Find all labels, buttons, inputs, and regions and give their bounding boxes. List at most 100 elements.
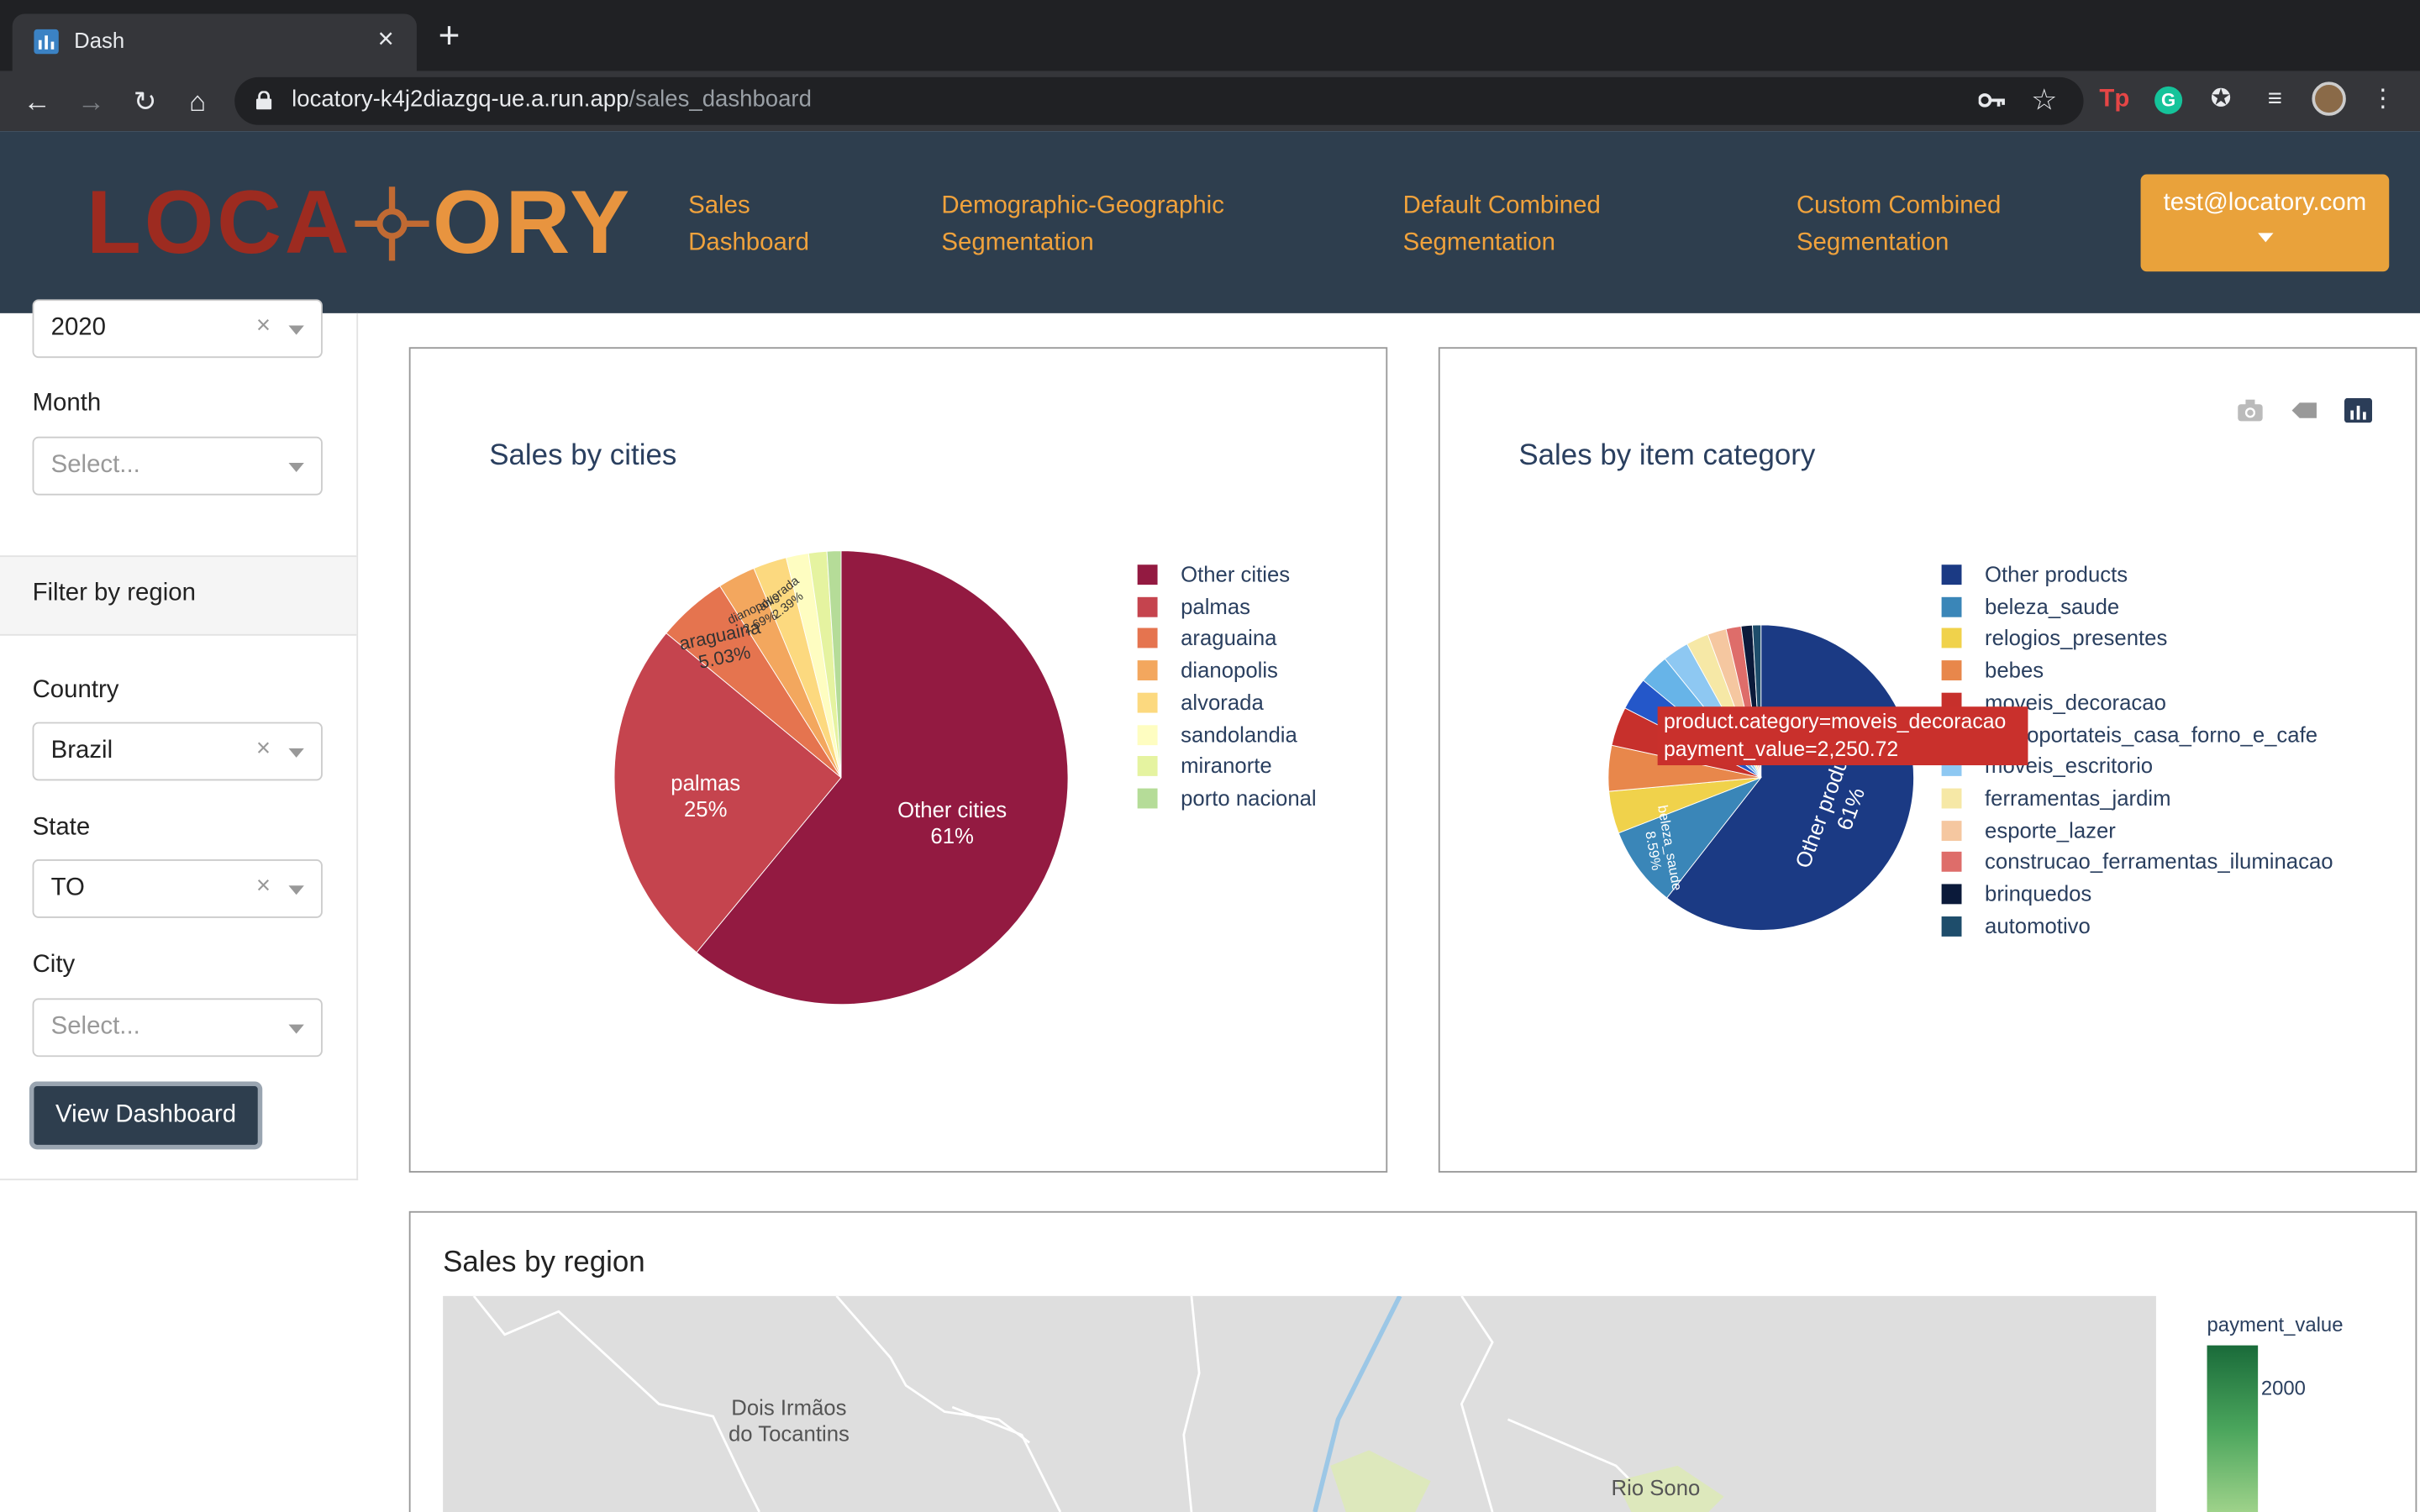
nav-default-combined-segmentation[interactable]: Default Combined Segmentation [1403,188,1601,262]
chevron-down-icon[interactable] [288,1024,304,1034]
caret-down-icon [2257,233,2273,243]
legend-swatch [1137,660,1158,681]
new-tab-icon[interactable]: + [439,18,460,55]
legend-swatch [1941,628,1962,649]
colorbar-tick-label: 2000 [2260,1376,2306,1399]
reload-icon[interactable]: ↻ [124,81,166,123]
browser-toolbar: ← → ↻ ⌂ locatory-k4j2diazgq-ue.a.run.app… [0,71,2420,132]
legend-swatch [1941,788,1962,809]
key-icon[interactable] [1978,91,2007,109]
clear-icon[interactable]: × [256,313,271,341]
view-dashboard-button[interactable]: View Dashboard [29,1081,263,1150]
dash-favicon-icon [34,29,59,55]
country-dropdown[interactable]: Brazil × [32,722,323,781]
nav-custom-combined-segmentation[interactable]: Custom Combined Segmentation [1797,188,2001,262]
back-icon[interactable]: ← [15,81,58,123]
legend-label: Other cities [1181,561,1291,586]
tab-title: Dash [74,28,125,53]
map-label-rio-sono: Rio Sono [1611,1474,1701,1500]
city-dropdown[interactable]: Select... [32,998,323,1058]
chart-title: Sales by region [443,1247,645,1279]
legend-label: relogios_presentes [1985,625,2168,650]
legend-swatch [1941,596,1962,617]
app-header: LOCA ORY Sales Dashboard Demographic-Geog… [0,131,2420,313]
colorbar-title: payment_value [2207,1313,2344,1336]
colorbar [2207,1345,2259,1512]
browser-menu-icon[interactable]: ⋮ [2365,81,2402,118]
map-label-dois-irmaos: Dois Irmãos do Tocantins [728,1394,850,1446]
legend-swatch [1941,660,1962,681]
month-placeholder: Select... [50,452,140,479]
legend-label: ferramentas_jardim [1985,785,2171,811]
country-value: Brazil [50,737,113,764]
legend-swatch [1137,596,1158,617]
legend-label: palmas [1181,593,1251,618]
browser-tab[interactable]: Dash × [12,13,417,71]
legend-swatch [1137,756,1158,777]
bookmark-star-icon[interactable]: ☆ [2031,83,2057,118]
legend-swatch [1137,692,1158,713]
media-queue-icon[interactable]: ≡ [2256,81,2293,118]
legend-label: beleza_saude [1985,593,2120,618]
nav-demographic-geographic-segmentation[interactable]: Demographic-Geographic Segmentation [941,188,1223,262]
tooltip-category: product.category=moveis_decoracao [1664,709,2007,733]
legend-swatch [1941,916,1962,937]
clear-icon[interactable]: × [256,874,271,901]
legend-swatch [1137,788,1158,809]
extensions-puzzle-icon[interactable]: ✪ [2202,81,2239,118]
browser-tab-bar: Dash × + [0,0,2420,71]
hover-tooltip: product.category=moveis_decoracao paymen… [1657,706,2028,766]
chevron-down-icon[interactable] [288,325,304,335]
year-value: 2020 [50,314,106,341]
locatory-logo[interactable]: LOCA ORY [87,176,633,270]
month-dropdown[interactable]: Select... [32,436,323,496]
chevron-down-icon[interactable] [288,885,304,895]
legend-label: dianopolis [1181,657,1278,683]
legend-swatch [1941,820,1962,841]
year-dropdown[interactable]: 2020 × [32,299,323,359]
legend-swatch [1137,628,1158,649]
legend-label: eletroportateis_casa_forno_e_cafe [1985,721,2318,747]
url-text: locatory-k4j2diazgq-ue.a.run.app/sales_d… [292,86,812,113]
legend-label: porto nacional [1181,785,1317,811]
month-label: Month [32,390,102,417]
close-tab-icon[interactable]: × [371,24,402,56]
grammarly-extension-icon[interactable]: G [2150,81,2187,118]
legend-label: brinquedos [1985,880,2092,906]
forward-icon[interactable]: → [70,81,113,123]
state-value: TO [50,874,85,901]
legend-label: bebes [1985,657,2044,683]
legend-label: automotivo [1985,912,2091,938]
clear-icon[interactable]: × [256,736,271,764]
user-menu-button[interactable]: test@locatory.com [2140,174,2390,272]
home-icon[interactable]: ⌂ [176,81,218,123]
legend-swatch [1137,564,1158,585]
screen: Dash × + ← → ↻ ⌂ locatory-k4j2diazgq-ue.… [0,0,2420,1512]
user-email: test@locatory.com [2163,189,2367,217]
city-label: City [32,952,76,979]
country-label: Country [32,677,119,704]
legend-label: sandolandia [1181,721,1297,747]
address-bar[interactable]: locatory-k4j2diazgq-ue.a.run.app/sales_d… [234,76,2084,125]
tp-extension-icon[interactable]: Tp [2096,81,2133,118]
tooltip-value: payment_value=2,250.72 [1664,737,1899,761]
region-filter-title: Filter by region [32,580,196,606]
sales-by-cities-card: Sales by cities Other cities 61% palmas 25%… [408,347,1388,1173]
legend-label: esporte_lazer [1985,816,2116,843]
lock-icon [255,91,272,110]
region-filter-header: Filter by region [0,555,357,636]
legend-label: araguaina [1181,625,1277,650]
legend-label: miranorte [1181,753,1272,779]
legend-swatch [1137,724,1158,745]
chevron-down-icon[interactable] [288,748,304,758]
region-map[interactable]: Dois Irmãos do Tocantins Rio Sono [443,1295,2156,1512]
nav-sales-dashboard[interactable]: Sales Dashboard [688,188,809,262]
state-dropdown[interactable]: TO × [32,859,323,918]
legend-label: alvorada [1181,689,1264,715]
chevron-down-icon[interactable] [288,463,304,473]
profile-avatar-icon[interactable] [2311,81,2348,118]
city-placeholder: Select... [50,1013,140,1040]
legend-label: construcao_ferramentas_iluminacao [1985,848,2333,874]
crosshair-logo-icon [355,186,430,261]
legend-swatch [1941,564,1962,585]
